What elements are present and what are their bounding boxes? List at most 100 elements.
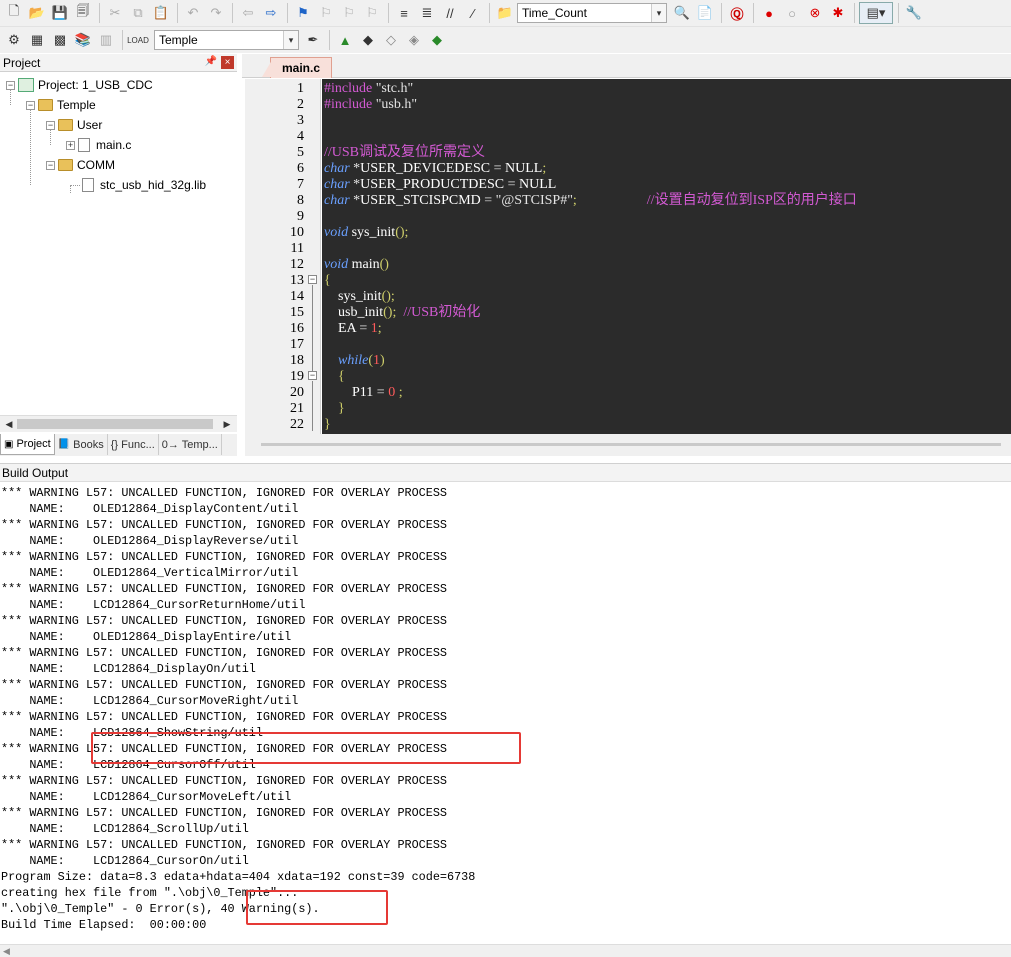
toolbar-separator	[177, 3, 178, 23]
breakpoint-icon[interactable]: ●	[758, 2, 780, 24]
tree-item-main-c[interactable]: + main.c	[66, 136, 131, 154]
tab-functions[interactable]: {} Func...	[108, 434, 159, 455]
tab-project[interactable]: ▣ Project	[0, 434, 55, 455]
find-combo-value: Time_Count	[522, 6, 587, 20]
paste-icon[interactable]: 📋	[150, 2, 172, 24]
breakpoint-disable-icon[interactable]: ○	[781, 2, 803, 24]
target-select[interactable]: Temple ▾	[154, 30, 299, 50]
chevron-down-icon[interactable]: ▾	[651, 4, 666, 22]
save-all-icon[interactable]: 🗐	[72, 2, 94, 24]
scroll-left-icon[interactable]: ◀	[3, 946, 10, 957]
scroll-thumb[interactable]	[17, 419, 213, 429]
build-hscrollbar[interactable]: ◀	[0, 944, 1011, 957]
nav-forward-icon[interactable]: ⇨	[260, 2, 282, 24]
scroll-right-icon[interactable]: ▶	[220, 417, 234, 431]
bookmark-clear-icon[interactable]: ⚐	[361, 2, 383, 24]
punctuation: }	[338, 401, 345, 416]
translate-icon[interactable]: ⚙	[3, 29, 25, 51]
scroll-left-icon[interactable]: ◀	[2, 417, 16, 431]
tree-item-lib[interactable]: stc_usb_hid_32g.lib	[82, 176, 206, 194]
bookmark-icon[interactable]: ⚑	[292, 2, 314, 24]
debug-icon[interactable]: Ⓠ	[726, 2, 748, 24]
project-hscrollbar[interactable]: ◀ ▶	[0, 415, 237, 432]
tab-corner	[262, 60, 272, 77]
line-number: 6	[297, 161, 304, 176]
breakpoint-kill-all-icon[interactable]: ✱	[827, 2, 849, 24]
collapse-icon[interactable]: −	[46, 120, 55, 130]
bookmark-next-icon[interactable]: ⚐	[338, 2, 360, 24]
punctuation: }	[324, 417, 331, 432]
cut-icon[interactable]: ✂	[104, 2, 126, 24]
build-icon[interactable]: ▦	[26, 29, 48, 51]
toolbar-separator	[99, 3, 100, 23]
redo-icon[interactable]: ↷	[205, 2, 227, 24]
tree-item-group[interactable]: − Temple	[26, 96, 96, 114]
identifier: NULL	[504, 161, 543, 176]
find-combo[interactable]: Time_Count ▾	[517, 3, 667, 23]
nav-back-icon[interactable]: ⇦	[237, 2, 259, 24]
line-number: 7	[297, 177, 304, 192]
uncomment-icon[interactable]: ⁄	[462, 2, 484, 24]
scroll-thumb[interactable]	[261, 443, 1001, 446]
find-icon[interactable]: 🔍	[671, 2, 693, 24]
build-output-line: *** WARNING L57: UNCALLED FUNCTION, IGNO…	[1, 486, 447, 500]
window-layout-icon[interactable]: ▤▾	[859, 2, 893, 24]
runtime-environment-icon[interactable]: ◆	[426, 29, 448, 51]
tab-label: Books	[73, 438, 104, 451]
wrench-icon[interactable]: 🔧	[903, 2, 925, 24]
editor-hscrollbar[interactable]	[245, 434, 1011, 456]
breakpoint-kill-icon[interactable]: ⊗	[804, 2, 826, 24]
toolbar-separator	[898, 3, 899, 23]
identifier: EA	[338, 321, 356, 336]
collapse-icon[interactable]: −	[46, 160, 55, 170]
tab-books[interactable]: 📘 Books	[55, 434, 108, 455]
tab-label: 0→ Temp...	[161, 438, 218, 451]
open-icon[interactable]: 📂	[26, 2, 48, 24]
save-icon[interactable]: 💾	[49, 2, 71, 24]
download-icon[interactable]: LOAD	[127, 29, 149, 51]
build-output-line: *** WARNING L57: UNCALLED FUNCTION, IGNO…	[1, 774, 447, 788]
collapse-icon[interactable]: −	[6, 80, 15, 90]
punctuation: ;	[398, 385, 403, 400]
tree-item-comm[interactable]: − COMM	[46, 156, 115, 174]
find-in-files-icon[interactable]: 📁	[494, 2, 516, 24]
copy-icon[interactable]: ⧉	[127, 2, 149, 24]
undo-icon[interactable]: ↶	[182, 2, 204, 24]
tree-item-user[interactable]: − User	[46, 116, 102, 134]
pin-icon[interactable]: 📌	[205, 56, 217, 69]
manage-components-icon[interactable]: ◆	[357, 29, 379, 51]
line-number: 13	[290, 273, 304, 288]
bookmark-prev-icon[interactable]: ⚐	[315, 2, 337, 24]
punctuation: ()	[379, 257, 389, 272]
indent-icon[interactable]: ≡	[393, 2, 415, 24]
code-editor[interactable]: #include "stc.h" #include "usb.h" //USB调…	[322, 79, 1011, 434]
build-output-panel[interactable]: *** WARNING L57: UNCALLED FUNCTION, IGNO…	[0, 484, 1011, 944]
rebuild-icon[interactable]: ▩	[49, 29, 71, 51]
pack-installer-icon[interactable]: ◈	[403, 29, 425, 51]
fold-line	[312, 285, 313, 371]
close-icon[interactable]: ×	[221, 56, 234, 69]
annotation-highlight-box	[246, 890, 388, 925]
incremental-find-icon[interactable]: 📄	[694, 2, 716, 24]
number: 1	[370, 321, 378, 336]
identifier: sys_init	[338, 289, 382, 304]
tab-main-c[interactable]: main.c	[262, 57, 332, 78]
stop-build-icon[interactable]: ▥	[95, 29, 117, 51]
punctuation: ();	[381, 289, 395, 304]
comment-icon[interactable]: //	[439, 2, 461, 24]
fold-collapse-icon[interactable]: −	[308, 371, 317, 380]
fold-collapse-icon[interactable]: −	[308, 275, 317, 284]
tab-templates[interactable]: 0→ Temp...	[159, 434, 222, 455]
outdent-icon[interactable]: ≣	[416, 2, 438, 24]
new-file-icon[interactable]: 🗋	[3, 2, 25, 24]
build-output-line: NAME: LCD12864_DisplayOn/util	[1, 662, 256, 676]
collapse-icon[interactable]: −	[26, 100, 35, 110]
select-packs-icon[interactable]: ◇	[380, 29, 402, 51]
toolbar-separator	[854, 3, 855, 23]
file-extensions-icon[interactable]: ▲	[334, 29, 356, 51]
batch-build-icon[interactable]: 📚	[72, 29, 94, 51]
target-options-icon[interactable]: ✒	[302, 29, 324, 51]
expand-icon[interactable]: +	[66, 140, 75, 150]
tree-item-project[interactable]: − Project: 1_USB_CDC	[6, 76, 153, 94]
chevron-down-icon[interactable]: ▾	[283, 31, 298, 49]
